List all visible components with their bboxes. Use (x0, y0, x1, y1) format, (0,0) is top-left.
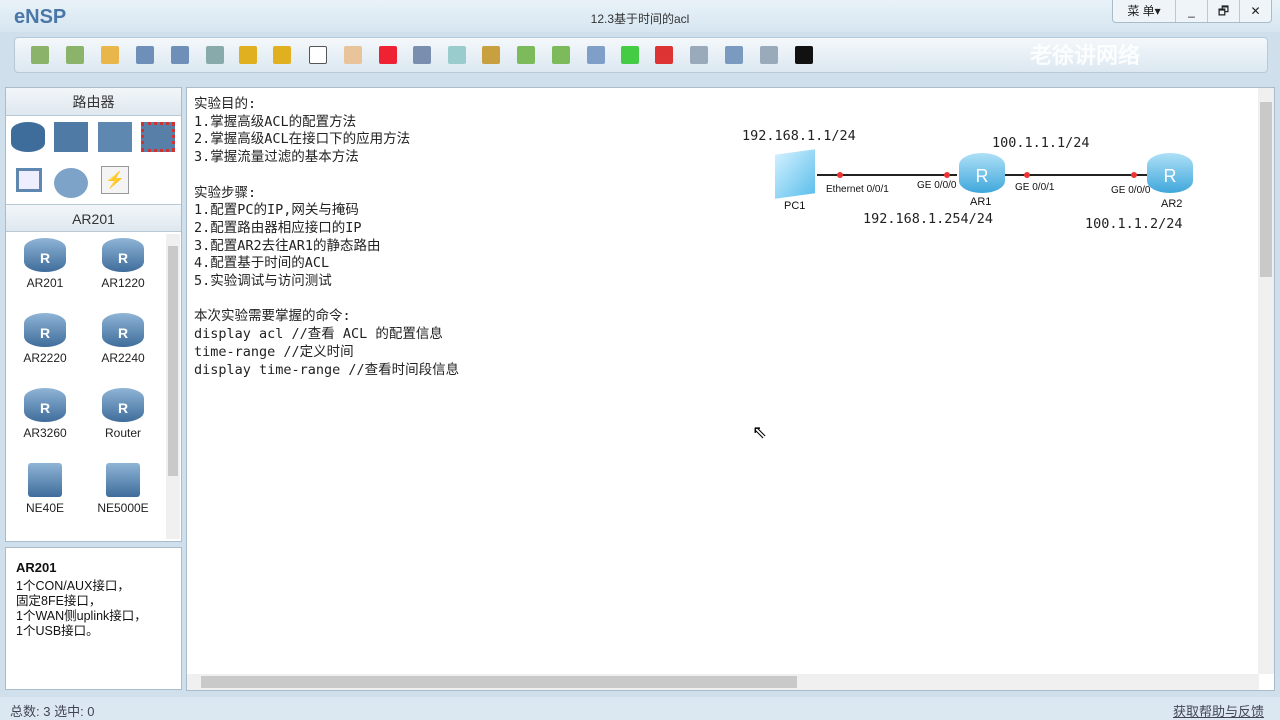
new-topology-icon[interactable] (31, 46, 49, 64)
device-label: NE40E (25, 501, 65, 515)
category-title: 路由器 (6, 88, 181, 116)
ar2-ip-label[interactable]: 100.1.1.2/24 (1085, 216, 1183, 232)
device-label: AR2220 (23, 351, 67, 365)
device-label: AR3260 (23, 426, 67, 440)
vertical-scrollbar[interactable] (1258, 88, 1274, 674)
port-label: GE 0/0/0 (917, 180, 957, 191)
save-as-icon[interactable] (171, 46, 189, 64)
text-note-icon[interactable] (448, 46, 466, 64)
topology-view-icon[interactable] (725, 46, 743, 64)
ar2-router-icon[interactable]: R (1147, 153, 1193, 193)
ar1-router-icon[interactable]: R (959, 153, 1005, 193)
device-ar3260[interactable]: R AR3260 (10, 388, 80, 440)
status-count: 总数: 3 选中: 0 (10, 704, 95, 719)
device-ne40e[interactable]: NE40E (10, 463, 80, 515)
pc1-ip-label[interactable]: 192.168.1.1/24 (742, 128, 856, 144)
redo-icon[interactable] (273, 46, 291, 64)
port-dot (1131, 172, 1137, 178)
router-icon: R (102, 313, 144, 347)
port-label: GE 0/0/1 (1015, 182, 1055, 193)
device-ar201[interactable]: R AR201 (10, 238, 80, 290)
mouse-cursor-icon: ⇖ (752, 422, 768, 442)
restore-button[interactable]: 🗗 (1207, 0, 1239, 22)
router-icon (28, 463, 62, 497)
help-feedback-link[interactable]: 获取帮助与反馈 (1173, 701, 1264, 720)
delete-link-icon[interactable] (413, 46, 431, 64)
connection-category-icon[interactable]: ⚡ (101, 166, 129, 194)
window-title: 12.3基于时间的acl (590, 12, 690, 26)
minimize-button[interactable]: _ (1175, 0, 1207, 22)
save-icon[interactable] (136, 46, 154, 64)
zoom-out-icon[interactable] (552, 46, 570, 64)
router-icon: R (24, 388, 66, 422)
undo-icon[interactable] (239, 46, 257, 64)
port-dot (944, 172, 950, 178)
device-label: AR201 (26, 276, 64, 290)
router-icon: R (24, 238, 66, 272)
description-line: 1个CON/AUX接口， (16, 579, 130, 593)
ar1-label[interactable]: AR1 (970, 196, 991, 208)
zoom-in-icon[interactable] (517, 46, 535, 64)
device-ar2220[interactable]: R AR2220 (10, 313, 80, 365)
device-router[interactable]: R Router (88, 388, 158, 440)
pc1-label[interactable]: PC1 (784, 200, 805, 212)
router-category-icon[interactable] (11, 122, 45, 152)
watermark: 老徐讲网络 (1030, 43, 1141, 68)
router-icon: R (102, 238, 144, 272)
status-bar: 总数: 3 选中: 0 获取帮助与反馈 (0, 697, 1280, 720)
router-icon: R (102, 388, 144, 422)
cli-icon[interactable] (795, 46, 813, 64)
delete-icon[interactable] (379, 46, 397, 64)
fit-icon[interactable] (587, 46, 605, 64)
close-button[interactable]: ✕ (1239, 0, 1271, 22)
menu-button[interactable]: 菜 单▾ (1113, 0, 1175, 22)
port-label: Ethernet 0/0/1 (826, 184, 889, 195)
open-icon[interactable] (101, 46, 119, 64)
grid-icon[interactable] (760, 46, 778, 64)
ar2-label[interactable]: AR2 (1161, 198, 1182, 210)
capture-icon[interactable] (690, 46, 708, 64)
print-icon[interactable] (206, 46, 224, 64)
select-icon[interactable] (309, 46, 327, 64)
device-label: AR1220 (101, 276, 145, 290)
port-label: GE 0/0/0 (1111, 185, 1151, 196)
title-bar: eNSP 12.3基于时间的acl 菜 单▾ _ 🗗 ✕ (0, 0, 1280, 32)
pan-icon[interactable] (344, 46, 362, 64)
device-ar2240[interactable]: R AR2240 (88, 313, 158, 365)
description-line: 固定8FE接口， (16, 594, 102, 608)
palette-icon[interactable] (482, 46, 500, 64)
wireless-category-icon[interactable] (98, 122, 132, 152)
port-dot (1024, 172, 1030, 178)
description-line: 1个USB接口。 (16, 624, 99, 638)
device-label: Router (104, 426, 142, 440)
start-all-icon[interactable] (621, 46, 639, 64)
device-ne5000e[interactable]: NE5000E (88, 463, 158, 515)
description-line: 1个WAN侧uplink接口， (16, 609, 147, 623)
port-dot (837, 172, 843, 178)
description-title: AR201 (16, 560, 57, 575)
stop-all-icon[interactable] (655, 46, 673, 64)
firewall-category-icon[interactable] (141, 122, 175, 152)
topology-canvas[interactable]: 实验目的: 1.掌握高级ACL的配置方法 2.掌握高级ACL在接口下的应用方法 … (186, 87, 1275, 691)
new-lab-icon[interactable] (66, 46, 84, 64)
router-icon (106, 463, 140, 497)
subcategory-title: AR201 (6, 204, 181, 232)
device-label: NE5000E (97, 501, 149, 515)
lab-notes[interactable]: 实验目的: 1.掌握高级ACL的配置方法 2.掌握高级ACL在接口下的应用方法 … (194, 96, 459, 379)
device-list-scrollbar[interactable] (166, 234, 180, 539)
pc1-icon[interactable] (775, 149, 815, 199)
horizontal-scrollbar[interactable] (187, 674, 1259, 690)
device-label: AR2240 (101, 351, 145, 365)
device-description: AR201 1个CON/AUX接口， 固定8FE接口， 1个WAN侧uplink… (5, 547, 182, 690)
ar1-g0-ip-label[interactable]: 192.168.1.254/24 (863, 211, 993, 227)
device-ar1220[interactable]: R AR1220 (88, 238, 158, 290)
pc-category-icon[interactable] (16, 168, 42, 192)
cloud-category-icon[interactable] (54, 168, 88, 198)
ar1-g1-ip-label[interactable]: 100.1.1.1/24 (992, 135, 1090, 151)
device-panel: 路由器 ⚡ AR201 R AR201 R AR1220 R AR2220 R AR2240 R… (5, 87, 182, 542)
switch-category-icon[interactable] (54, 122, 88, 152)
router-icon: R (24, 313, 66, 347)
